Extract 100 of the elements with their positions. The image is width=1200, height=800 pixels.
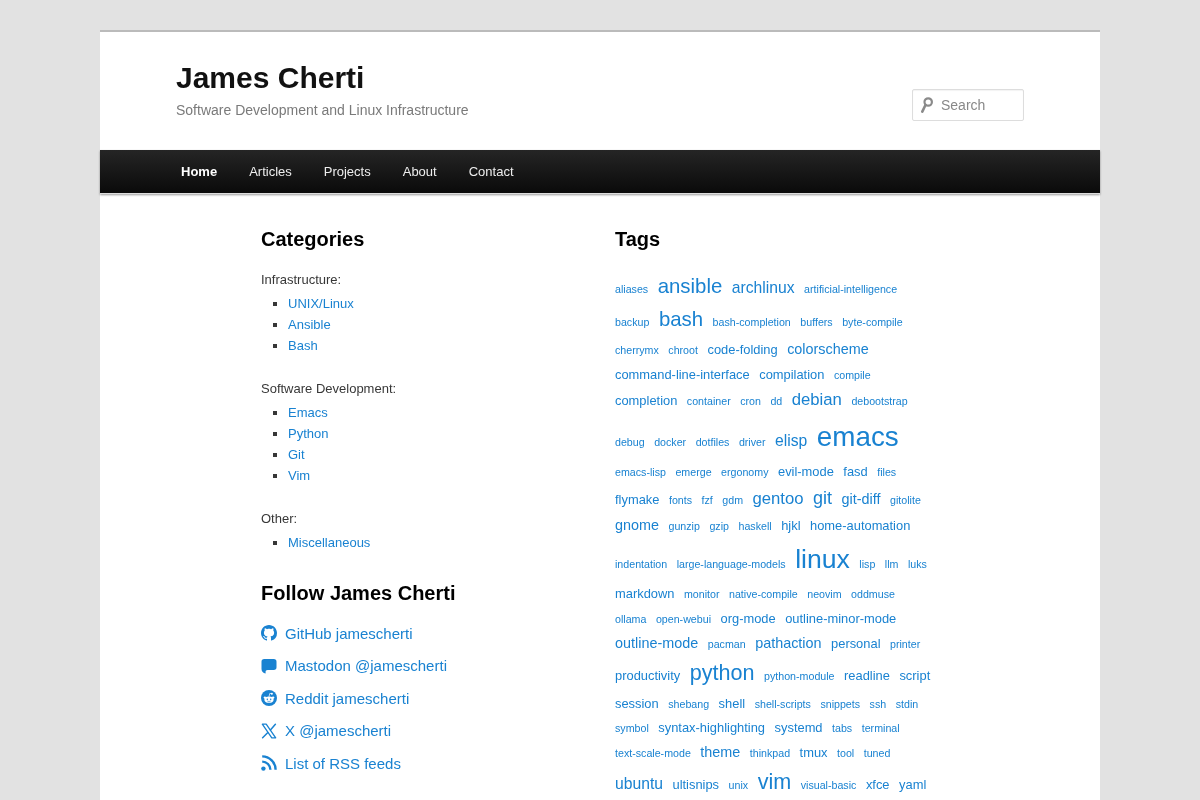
tag-link[interactable]: monitor [683,588,720,601]
tag-link[interactable]: container [686,395,731,408]
tag-link[interactable]: org-mode [720,611,776,627]
tag-link[interactable]: shebang [668,697,710,710]
tag-link[interactable]: tuned [863,746,891,759]
social-link[interactable]: Mastodon @jamescherti [261,653,447,678]
tag-link[interactable]: debootstrap [851,395,908,408]
tag-link[interactable]: ultisnips [672,777,720,793]
tag-link[interactable]: unix [728,779,749,792]
tag-link[interactable]: theme [700,743,741,760]
tag-link[interactable]: git-diff [841,490,881,507]
tag-link[interactable]: dd [770,395,783,408]
category-link[interactable]: Miscellaneous [288,532,371,553]
tag-link[interactable]: xfce [865,777,890,793]
tag-link[interactable]: pacman [707,637,746,650]
tag-link[interactable]: backup [615,316,650,329]
tag-link[interactable]: artificial-intelligence [804,283,898,295]
tag-link[interactable]: symbol [615,722,649,735]
tag-link[interactable]: python [689,660,755,686]
tag-link[interactable]: gitolite [890,493,921,506]
category-link[interactable]: Vim [288,465,311,486]
tag-link[interactable]: completion [615,393,678,409]
tag-link[interactable]: native-compile [729,588,798,601]
tag-link[interactable]: indentation [615,557,668,570]
tag-link[interactable]: gunzip [668,520,700,533]
nav-link[interactable]: Projects [307,150,387,193]
tag-link[interactable]: tool [837,746,855,759]
tag-link[interactable]: files [877,466,897,479]
tag-link[interactable]: ergonomy [721,466,769,479]
tag-link[interactable]: compile [833,368,871,381]
tag-link[interactable]: syntax-highlighting [658,720,766,736]
tag-link[interactable]: markdown [615,586,675,602]
tag-link[interactable]: debug [615,435,645,448]
tag-link[interactable]: ansible [657,275,723,297]
tag-link[interactable]: shell [718,695,746,711]
tag-link[interactable]: aliases [615,283,649,295]
tag-link[interactable]: visual-basic [800,779,857,792]
tag-link[interactable]: open-webui [655,613,711,626]
category-link[interactable]: UNIX/Linux [288,293,354,314]
tag-link[interactable]: chroot [668,343,698,356]
tag-link[interactable]: colorscheme [787,340,869,357]
tag-link[interactable]: buffers [800,316,833,329]
tag-link[interactable]: archlinux [731,279,795,296]
tag-link[interactable]: luks [908,557,927,570]
tag-link[interactable]: script [899,668,931,684]
tag-link[interactable]: python-module [764,670,835,683]
tag-link[interactable]: dotfiles [695,435,730,448]
tag-link[interactable]: readline [844,668,890,684]
tag-link[interactable]: haskell [738,520,772,533]
tag-link[interactable]: git [813,487,833,508]
tag-link[interactable]: llm [884,557,899,570]
social-link[interactable]: List of RSS feeds [261,751,401,775]
tag-link[interactable]: driver [738,435,766,448]
tag-link[interactable]: stdin [895,697,919,710]
tag-link[interactable]: linux [795,543,850,574]
tag-link[interactable]: emacs-lisp [615,466,666,479]
tag-link[interactable]: pathaction [755,634,822,651]
tag-link[interactable]: vim [757,769,792,795]
tag-link[interactable]: fonts [668,493,693,506]
tag-link[interactable]: code-folding [707,341,778,357]
tag-link[interactable]: large-language-models [676,557,786,570]
nav-link[interactable]: Articles [233,150,308,193]
tag-link[interactable]: thinkpad [749,746,791,759]
tag-link[interactable]: ubuntu [615,775,663,793]
tag-link[interactable]: gzip [709,520,729,533]
site-title[interactable]: James Cherti [176,61,365,94]
tag-link[interactable]: flymake [615,491,660,507]
tag-link[interactable]: ollama [615,613,647,626]
tag-link[interactable]: neovim [807,588,842,601]
category-link[interactable]: Emacs [288,402,328,423]
tag-link[interactable]: productivity [615,668,681,684]
tag-link[interactable]: gnome [615,517,659,534]
nav-link[interactable]: About [386,150,453,193]
tag-link[interactable]: bash-completion [712,316,791,329]
nav-link[interactable]: Contact [452,150,530,193]
tag-link[interactable]: byte-compile [842,316,903,329]
social-link[interactable]: GitHub jamescherti [261,621,413,645]
tag-link[interactable]: home-automation [810,518,911,534]
tag-link[interactable]: cron [740,395,761,408]
tag-link[interactable]: lisp [859,557,876,570]
category-link[interactable]: Git [288,444,305,465]
tag-link[interactable]: tabs [832,722,853,735]
category-link[interactable]: Python [288,423,329,444]
tag-link[interactable]: outline-mode [615,634,699,651]
social-link[interactable]: Reddit jamescherti [261,686,410,710]
tag-link[interactable]: oddmuse [851,588,895,601]
tag-link[interactable]: session [615,695,659,711]
tag-link[interactable]: cherrymx [615,343,659,356]
tag-link[interactable]: ssh [869,697,887,710]
social-link[interactable]: X @jamescherti [261,718,392,743]
tag-link[interactable]: tmux [799,744,828,760]
tag-link[interactable]: terminal [861,722,900,735]
tag-link[interactable]: shell-scripts [754,697,811,710]
tag-link[interactable]: fasd [843,464,868,480]
tag-link[interactable]: systemd [774,720,823,736]
tag-link[interactable]: emacs [816,420,899,452]
tag-link[interactable]: compilation [759,366,825,382]
nav-link[interactable]: Home [165,150,234,193]
tag-link[interactable]: bash [658,308,704,331]
tag-link[interactable]: yaml [899,777,927,793]
